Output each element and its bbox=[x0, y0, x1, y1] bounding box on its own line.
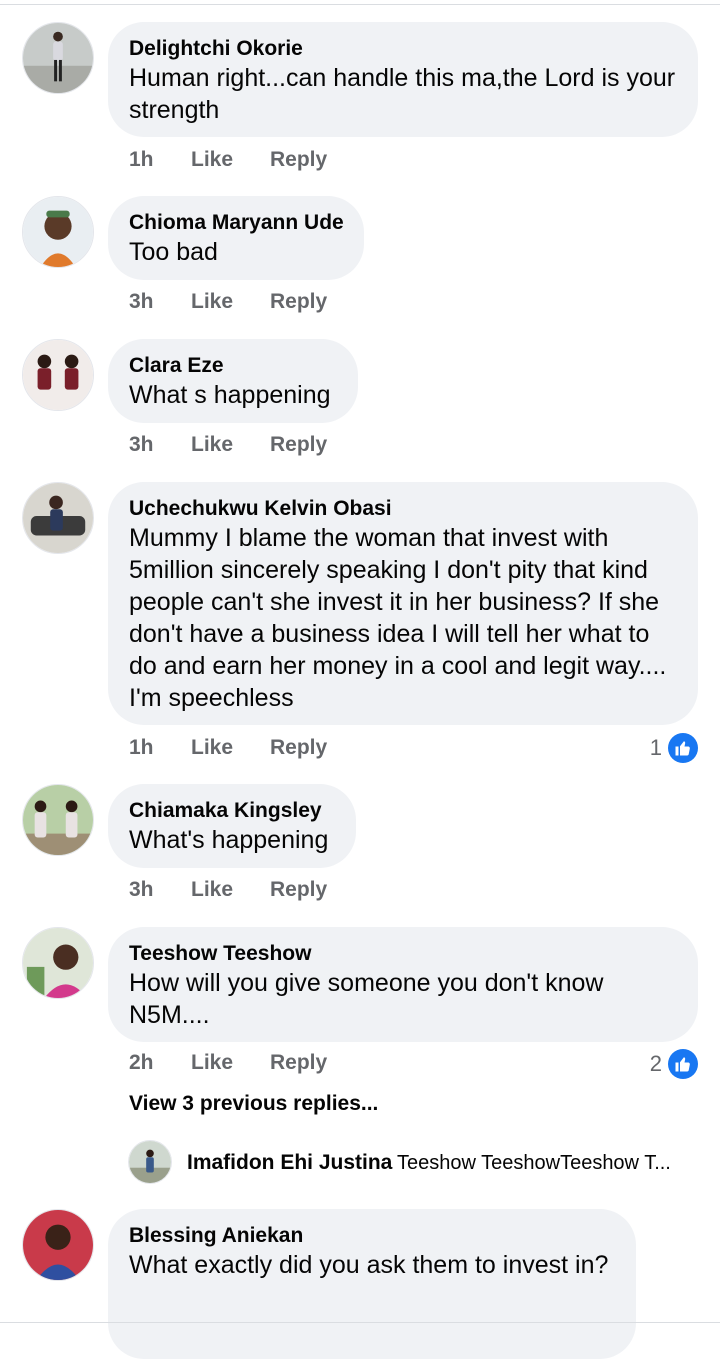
comment-bubble: Chiamaka Kingsley What's happening bbox=[108, 784, 356, 868]
comment-bubble: Teeshow Teeshow How will you give someon… bbox=[108, 927, 698, 1042]
top-divider bbox=[0, 4, 720, 5]
avatar[interactable] bbox=[22, 1209, 94, 1281]
comment-timestamp[interactable]: 3h bbox=[129, 290, 154, 314]
like-button[interactable]: Like bbox=[191, 290, 233, 314]
avatar[interactable] bbox=[22, 927, 94, 999]
comment-bubble: Uchechukwu Kelvin Obasi Mummy I blame th… bbox=[108, 482, 698, 725]
comment-text: What exactly did you ask them to invest … bbox=[129, 1251, 609, 1279]
reply-button[interactable]: Reply bbox=[270, 878, 327, 902]
reply-author[interactable]: Imafidon Ehi Justina bbox=[187, 1151, 392, 1175]
reaction-count: 2 bbox=[649, 1051, 662, 1076]
comment-text: How will you give someone you don't know… bbox=[129, 969, 604, 1029]
comment-timestamp[interactable]: 2h bbox=[129, 1051, 154, 1075]
bottom-divider bbox=[0, 1322, 720, 1323]
avatar[interactable] bbox=[22, 196, 94, 268]
reaction-summary[interactable]: 1 bbox=[650, 732, 698, 764]
like-button[interactable]: Like bbox=[191, 1051, 233, 1075]
comment-bubble: Delightchi Okorie Human right...can hand… bbox=[108, 22, 698, 137]
thumbs-up-icon bbox=[668, 1049, 698, 1079]
comment-author[interactable]: Blessing Aniekan bbox=[129, 1223, 614, 1249]
avatar[interactable] bbox=[22, 482, 94, 554]
comment-timestamp[interactable]: 1h bbox=[129, 736, 154, 760]
comment-text: What's happening bbox=[129, 826, 329, 854]
comment-author[interactable]: Teeshow Teeshow bbox=[129, 941, 676, 967]
like-button[interactable]: Like bbox=[191, 148, 233, 172]
comment-bubble: Chioma Maryann Ude Too bad bbox=[108, 196, 364, 280]
reply-button[interactable]: Reply bbox=[270, 1051, 327, 1075]
reply-text: Teeshow TeeshowTeeshow T... bbox=[397, 1152, 671, 1174]
comment-author[interactable]: Chioma Maryann Ude bbox=[129, 210, 344, 236]
view-previous-replies-link[interactable]: View 3 previous replies... bbox=[129, 1092, 378, 1116]
reply-button[interactable]: Reply bbox=[270, 433, 327, 457]
comment-timestamp[interactable]: 3h bbox=[129, 878, 154, 902]
comment-text: Mummy I blame the woman that invest with… bbox=[129, 524, 667, 712]
avatar[interactable] bbox=[128, 1140, 172, 1184]
comment-timestamp[interactable]: 3h bbox=[129, 433, 154, 457]
comment-author[interactable]: Chiamaka Kingsley bbox=[129, 798, 334, 824]
comment-text: What s happening bbox=[129, 381, 331, 409]
comment-bubble: Clara Eze What s happening bbox=[108, 339, 358, 423]
comment-author[interactable]: Delightchi Okorie bbox=[129, 36, 676, 62]
like-button[interactable]: Like bbox=[191, 736, 233, 760]
reply-preview[interactable]: Imafidon Ehi Justina Teeshow TeeshowTees… bbox=[128, 1140, 708, 1186]
avatar[interactable] bbox=[22, 339, 94, 411]
comment-text: Too bad bbox=[129, 238, 218, 266]
reply-button[interactable]: Reply bbox=[270, 148, 327, 172]
comment-text: Human right...can handle this ma,the Lor… bbox=[129, 64, 676, 124]
reply-button[interactable]: Reply bbox=[270, 736, 327, 760]
comment-timestamp[interactable]: 1h bbox=[129, 148, 154, 172]
like-button[interactable]: Like bbox=[191, 433, 233, 457]
comment-author[interactable]: Clara Eze bbox=[129, 353, 336, 379]
reaction-summary[interactable]: 2 bbox=[650, 1048, 698, 1080]
avatar[interactable] bbox=[22, 784, 94, 856]
thumbs-up-icon bbox=[668, 733, 698, 763]
avatar[interactable] bbox=[22, 22, 94, 94]
comment-author[interactable]: Uchechukwu Kelvin Obasi bbox=[129, 496, 676, 522]
reply-button[interactable]: Reply bbox=[270, 290, 327, 314]
like-button[interactable]: Like bbox=[191, 878, 233, 902]
comment-bubble: Blessing Aniekan What exactly did you as… bbox=[108, 1209, 636, 1359]
reaction-count: 1 bbox=[649, 735, 662, 760]
